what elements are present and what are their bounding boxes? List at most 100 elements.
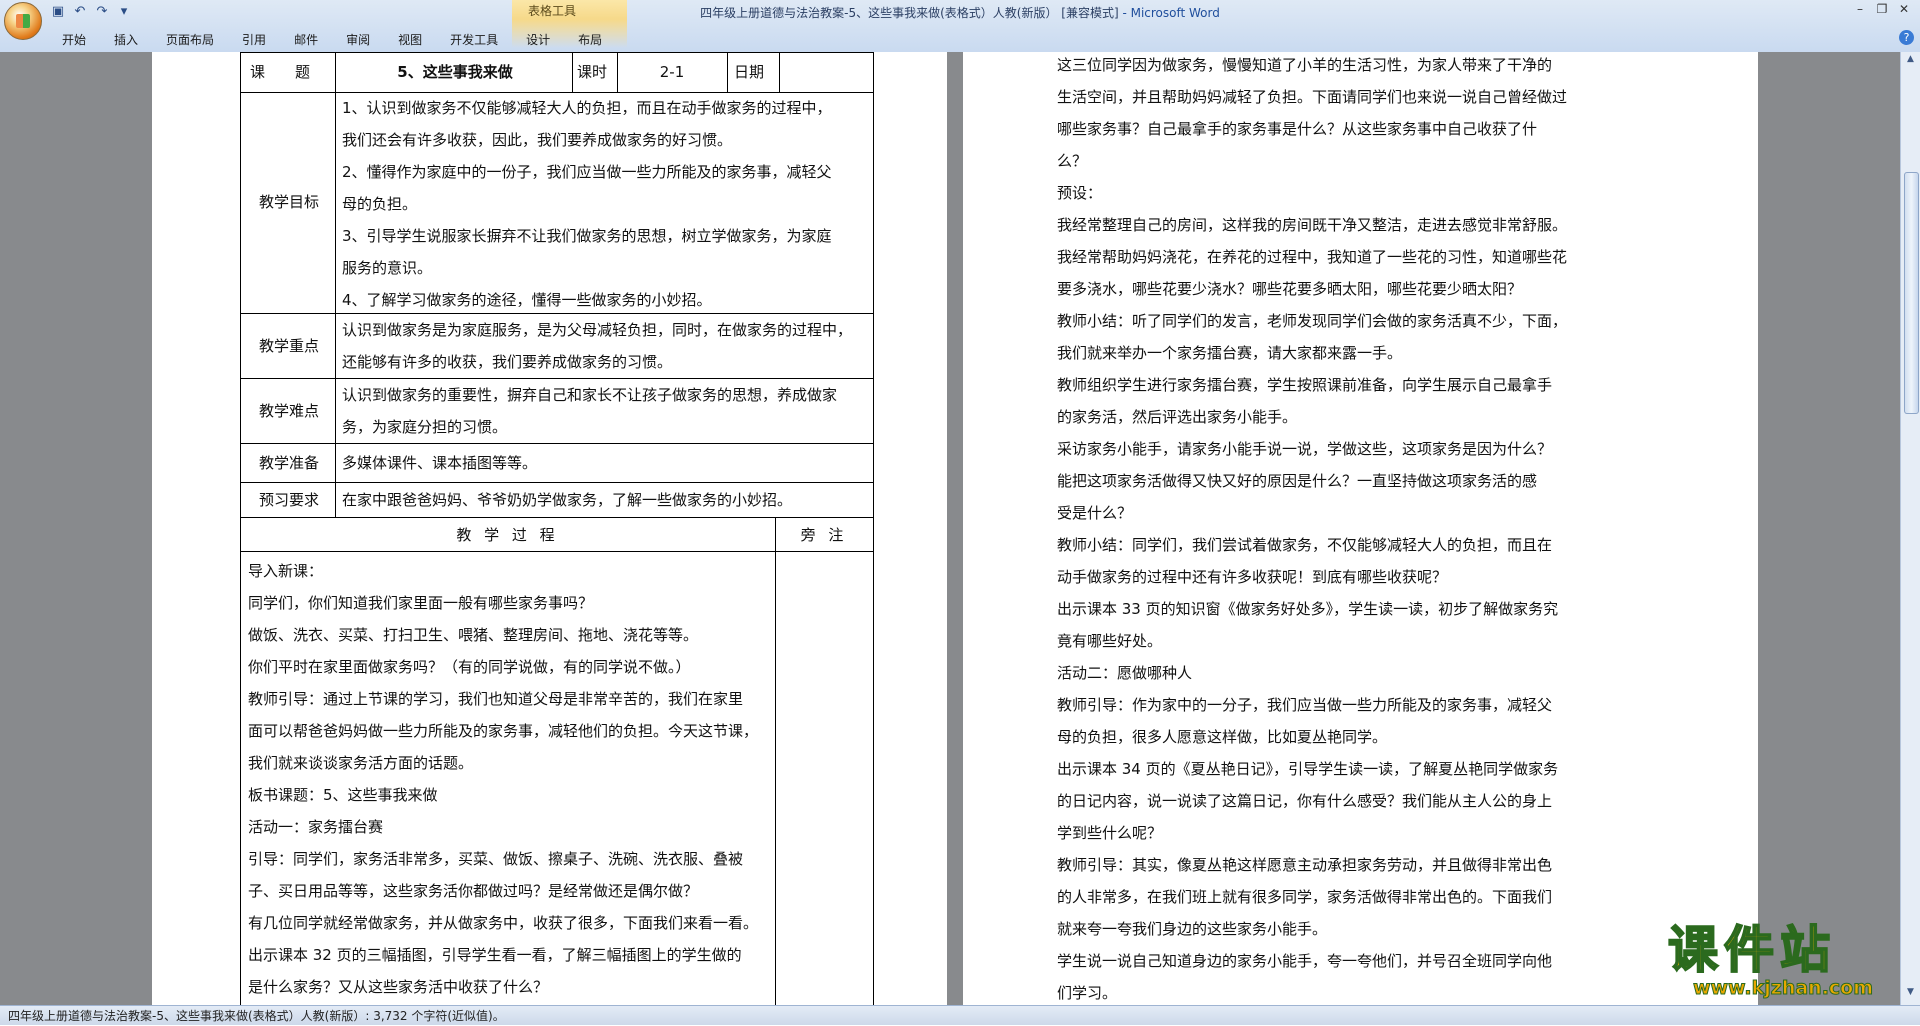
title-bar: ▣ ↶ ↷ ▾ 表格工具 四年级上册道德与法治教案-5、这些事我来做(表格式）人… [0, 0, 1920, 53]
difficulty-line: 务，为家庭分担的习惯。 [342, 418, 508, 436]
process-line: 引导：同学们，家务活非常多，买菜、做饭、擦桌子、洗碗、洗衣服、叠被 [248, 850, 744, 868]
page2-line: 我经常帮助妈妈浇花，在养花的过程中，我知道了一些花的习性，知道哪些花 [1057, 248, 1568, 266]
page2-line: 出示课本 34 页的《夏丛艳日记》，引导学生读一读，了解夏丛艳同学做家务 [1057, 760, 1559, 778]
tab-view[interactable]: 视图 [384, 30, 436, 50]
tab-design[interactable]: 设计 [512, 30, 564, 50]
period-value: 2-1 [659, 63, 685, 81]
tab-layout[interactable]: 布局 [564, 30, 616, 50]
page2-line: 出示课本 33 页的知识窗《做家务好处多》，学生读一读，初步了解做家务究 [1057, 600, 1559, 618]
status-bar: 四年级上册道德与法治教案-5、这些事我来做(表格式）人教(新版）: 3,732 … [0, 1005, 1920, 1025]
process-line: 我们就来谈谈家务活方面的话题。 [248, 754, 474, 772]
process-line: 你们平时在家里面做家务吗？（有的同学说做，有的同学说不做。） [248, 658, 691, 676]
page2-line: 动手做家务的过程中还有许多收获呢！到底有哪些收获呢？ [1057, 568, 1448, 586]
goal-line: 2、懂得作为家庭中的一份子，我们应当做一些力所能及的家务事，减轻父 [342, 163, 832, 181]
page2-line: 我经常整理自己的房间，这样我的房间既干净又整洁，走进去感觉非常舒服。 [1057, 216, 1568, 234]
page2-line: 受是什么？ [1057, 504, 1133, 522]
process-header: 教 学 过 程 [456, 526, 559, 544]
notes-header: 旁 注 [800, 526, 848, 544]
focus-line: 还能够有许多的收获，我们要养成做家务的习惯。 [342, 353, 673, 371]
tab-review[interactable]: 审阅 [332, 30, 384, 50]
process-line: 导入新课： [248, 562, 324, 580]
page2-line: 哪些家务事？自己最拿手的家务事是什么？从这些家务事中自己收获了什 [1057, 120, 1538, 138]
app-name: - Microsoft Word [1118, 6, 1220, 20]
period-label: 课时 [577, 63, 608, 81]
window-title: 四年级上册道德与法治教案-5、这些事我来做(表格式）人教(新版） [兼容模式] … [0, 4, 1920, 21]
page2-line: 生活空间，并且帮助妈妈减轻了负担。下面请同学们也来说一说自己曾经做过 [1057, 88, 1568, 106]
vertical-scrollbar[interactable]: ▲ ▼ [1900, 52, 1920, 1005]
page2-line: 们学习。 [1057, 984, 1118, 1002]
page2-line: 教师小结：听了同学们的发言，老师发现同学们会做的家务活真不少，下面， [1057, 312, 1568, 330]
page2-line: 教师小结：同学们，我们尝试着做家务，不仅能够减轻大人的负担，而且在 [1057, 536, 1553, 554]
ribbon-tabs: 开始 插入 页面布局 引用 邮件 审阅 视图 开发工具 设计 布局 [48, 30, 616, 50]
process-line: 是什么家务？又从这些家务活中收获了什么？ [248, 978, 549, 996]
page2-line: 学生说一说自己知道身边的家务小能手，夸一夸他们，并号召全班同学向他 [1057, 952, 1553, 970]
page2-line: 教师组织学生进行家务擂台赛，学生按照课前准备，向学生展示自己最拿手 [1057, 376, 1553, 394]
date-label: 日期 [734, 63, 765, 81]
difficulty-label: 教学难点 [258, 402, 319, 420]
page2-line: 我们就来举办一个家务擂台赛，请大家都来露一手。 [1057, 344, 1403, 362]
page2-line: 的日记内容，说一说读了这篇日记，你有什么感受？我们能从主人公的身上 [1057, 792, 1553, 810]
preview-value: 在家中跟爸爸妈妈、爷爷奶奶学做家务，了解一些做家务的小妙招。 [342, 491, 793, 509]
document-title: 四年级上册道德与法治教案-5、这些事我来做(表格式）人教(新版） [兼容模式] [700, 6, 1119, 20]
goal-line: 4、了解学习做家务的途径，懂得一些做家务的小妙招。 [342, 291, 712, 309]
process-line: 面可以帮爸爸妈妈做一些力所能及的家务事，减轻他们的负担。今天这节课， [248, 722, 759, 740]
tab-references[interactable]: 引用 [228, 30, 280, 50]
tab-page-layout[interactable]: 页面布局 [152, 30, 228, 50]
page2-line: 预设： [1057, 184, 1103, 202]
window-controls: – ❐ ✕ [1852, 2, 1912, 16]
process-text: 导入新课： 同学们，你们知道我们家里面一般有哪些家务事吗？ 做饭、洗衣、买菜、打… [248, 555, 773, 1003]
page2-line: 么？ [1057, 152, 1088, 170]
goal-line: 1、认识到做家务不仅能够减轻大人的负担，而且在动手做家务的过程中， [342, 99, 832, 117]
page2-line: 这三位同学因为做家务，慢慢知道了小羊的生活习性，为家人带来了干净的 [1057, 56, 1553, 74]
page2-line: 要多浇水，哪些花要少浇水？哪些花要多晒太阳，哪些花要少晒太阳？ [1057, 280, 1523, 298]
page2-line: 母的负担，很多人愿意这样做，比如夏丛艳同学。 [1057, 728, 1388, 746]
page-2[interactable]: 这三位同学因为做家务，慢慢知道了小羊的生活习性，为家人带来了干净的 生活空间，并… [963, 52, 1758, 1005]
process-line: 活动一：家务擂台赛 [248, 818, 384, 836]
scroll-thumb[interactable] [1904, 172, 1919, 414]
help-icon[interactable]: ? [1899, 30, 1914, 45]
page2-line: 教师引导：其实，像夏丛艳这样愿意主动承担家务劳动，并且做得非常出色 [1057, 856, 1553, 874]
document-workspace: 课 题 5、这些事我来做 课时 2-1 日期 教学目标 1、认识到做家务不仅能够… [0, 52, 1900, 1005]
page2-line: 的家务活，然后评选出家务小能手。 [1057, 408, 1298, 426]
page2-line: 就来夸一夸我们身边的这些家务小能手。 [1057, 920, 1328, 938]
goals-text: 1、认识到做家务不仅能够减轻大人的负担，而且在动手做家务的过程中， 我们还会有许… [342, 92, 872, 316]
focus-label: 教学重点 [258, 337, 319, 355]
process-line: 板书课题：5、这些事我来做 [248, 786, 438, 804]
close-icon[interactable]: ✕ [1896, 2, 1912, 16]
process-line: 同学们，你们知道我们家里面一般有哪些家务事吗？ [248, 594, 594, 612]
prep-label: 教学准备 [258, 454, 319, 472]
goal-line: 3、引导学生说服家长摒弃不让我们做家务的思想，树立学做家务，为家庭 [342, 227, 832, 245]
process-line: 教师引导：通过上节课的学习，我们也知道父母是非常辛苦的，我们在家里 [248, 690, 744, 708]
page2-line: 的人非常多，在我们班上就有很多同学，家务活做得非常出色的。下面我们 [1057, 888, 1553, 906]
focus-text: 认识到做家务是为家庭服务，是为父母减轻负担，同时，在做家务的过程中， 还能够有许… [342, 314, 872, 378]
tab-mailings[interactable]: 邮件 [280, 30, 332, 50]
tab-insert[interactable]: 插入 [100, 30, 152, 50]
page-1[interactable]: 课 题 5、这些事我来做 课时 2-1 日期 教学目标 1、认识到做家务不仅能够… [152, 52, 947, 1005]
watermark-url: www.kjzhan.com [1692, 977, 1874, 999]
process-line: 出示课本 32 页的三幅插图，引导学生看一看，了解三幅插图上的学生做的 [248, 946, 742, 964]
process-line: 有几位同学就经常做家务，并从做家务中，收获了很多，下面我们来看一看。 [248, 914, 759, 932]
preview-label: 预习要求 [258, 491, 319, 509]
watermark-brand: 课件站 [1667, 920, 1836, 979]
page2-line: 活动二：愿做哪种人 [1057, 664, 1193, 682]
prep-value: 多媒体课件、课本插图等等。 [342, 454, 538, 472]
page2-line: 能把这项家务活做得又快又好的原因是什么？一直坚持做这项家务活的感 [1057, 472, 1538, 490]
focus-line: 认识到做家务是为家庭服务，是为父母减轻负担，同时，在做家务的过程中， [342, 321, 853, 339]
goal-line: 母的负担。 [342, 195, 418, 213]
process-line: 子、买日用品等等，这些家务活你都做过吗？是经常做还是偶尔做？ [248, 882, 699, 900]
scroll-down-icon[interactable]: ▼ [1904, 987, 1917, 1001]
page2-text: 这三位同学因为做家务，慢慢知道了小羊的生活习性，为家人带来了干净的 生活空间，并… [1057, 52, 1617, 1005]
tab-developer[interactable]: 开发工具 [436, 30, 512, 50]
page2-line: 教师引导：作为家中的一分子，我们应当做一些力所能及的家务事，减轻父 [1057, 696, 1553, 714]
goal-line: 我们还会有许多收获，因此，我们要养成做家务的好习惯。 [342, 131, 733, 149]
kjzhan-watermark-logo: 课件站 www.kjzhan.com [1667, 920, 1898, 1002]
goals-label: 教学目标 [258, 193, 319, 211]
process-line: 做饭、洗衣、买菜、打扫卫生、喂猪、整理房间、拖地、浇花等等。 [248, 626, 699, 644]
restore-icon[interactable]: ❐ [1874, 2, 1890, 16]
difficulty-text: 认识到做家务的重要性，摒弃自己和家长不让孩子做家务的思想，养成做家 务，为家庭分… [342, 379, 872, 443]
page2-line: 采访家务小能手，请家务小能手说一说，学做这些，这项家务是因为什么？ [1057, 440, 1553, 458]
tab-home[interactable]: 开始 [48, 30, 100, 50]
scroll-up-icon[interactable]: ▲ [1904, 54, 1917, 68]
minimize-icon[interactable]: – [1852, 2, 1868, 16]
topic-label: 课 题 [250, 63, 311, 81]
